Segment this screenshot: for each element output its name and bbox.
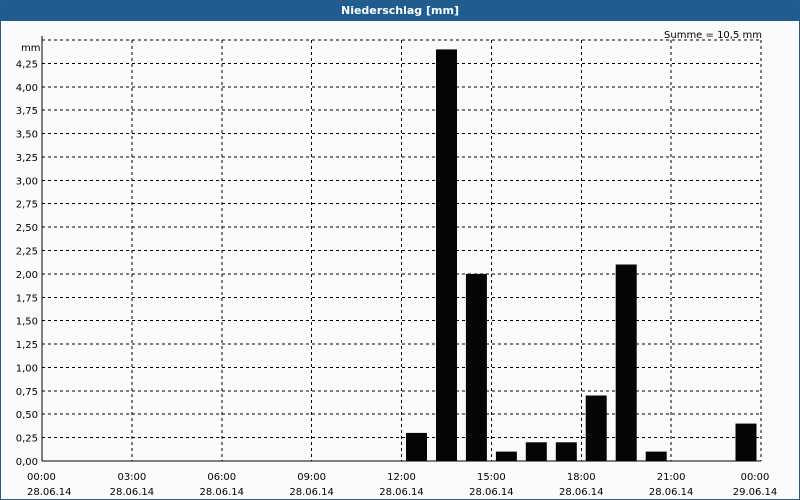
y-tick-label: 3,00 [16, 176, 38, 187]
x-tick-date-label: 28.06.14 [469, 487, 514, 498]
y-tick-label: 1,50 [16, 317, 38, 328]
precipitation-bar [436, 49, 457, 462]
precipitation-bar [735, 423, 757, 461]
precipitation-bar [555, 442, 577, 461]
y-tick-label: 0,50 [16, 410, 38, 421]
y-tick-label: 3,25 [16, 153, 38, 164]
y-tick-label: 1,00 [16, 363, 38, 374]
y-axis-unit-label: mm [21, 43, 40, 54]
precipitation-bar [525, 442, 547, 461]
x-tick-time-label: 09:00 [297, 472, 326, 483]
x-tick-date-label: 28.06.14 [110, 487, 155, 498]
y-tick-label: 1,25 [16, 340, 38, 351]
precipitation-bar [495, 451, 517, 461]
precipitation-chart: 0,00 0,25 0,50 0,75 1,00 1,25 1,50 1,75 2,00 2,25… [16, 30, 778, 498]
x-tick-date-label: 28.06.14 [289, 487, 334, 498]
tick-labels: 0,00 0,25 0,50 0,75 1,00 1,25 1,50 1,75 2,00 2,25… [16, 59, 778, 498]
y-tick-label: 4,00 [16, 83, 38, 94]
x-tick-date-label: 29.06.14 [733, 487, 778, 498]
chart-window: Niederschlag [mm] 0,00 0,25 0,50 0,75 1,00 1,… [0, 0, 800, 500]
y-tick-label: 2,75 [16, 200, 38, 211]
x-tick-time-label: 06:00 [207, 472, 236, 483]
x-tick-date-label: 28.06.14 [649, 487, 694, 498]
x-tick-time-label: 15:00 [477, 472, 506, 483]
x-tick-time-label: 00:00 [741, 472, 770, 483]
bars [406, 49, 757, 462]
x-tick-time-label: 03:00 [117, 472, 146, 483]
precipitation-bar [585, 395, 607, 461]
y-tick-label: 2,50 [16, 223, 38, 234]
x-tick-date-label: 28.06.14 [27, 487, 72, 498]
precipitation-bar [615, 264, 637, 461]
y-tick-label: 3,50 [16, 130, 38, 141]
axes [41, 36, 761, 462]
x-tick-time-label: 18:00 [567, 472, 596, 483]
x-tick-time-label: 00:00 [27, 472, 56, 483]
y-tick-label: 0,00 [16, 457, 38, 468]
x-tick-time-label: 21:00 [657, 472, 686, 483]
x-tick-time-label: 12:00 [387, 472, 416, 483]
y-tick-label: 1,75 [16, 293, 38, 304]
precipitation-bar [645, 451, 667, 461]
precipitation-bar [465, 273, 487, 461]
grid [42, 39, 762, 461]
y-tick-label: 3,75 [16, 106, 38, 117]
x-tick-date-label: 28.06.14 [379, 487, 424, 498]
y-tick-label: 2,00 [16, 270, 38, 281]
y-tick-label: 0,25 [16, 434, 38, 445]
x-tick-date-label: 28.06.14 [559, 487, 604, 498]
x-tick-date-label: 28.06.14 [199, 487, 244, 498]
sum-annotation: Summe = 10,5 mm [664, 30, 762, 41]
y-tick-label: 0,75 [16, 387, 38, 398]
precipitation-bar [406, 432, 427, 461]
y-tick-label: 2,25 [16, 247, 38, 258]
y-tick-label: 4,25 [16, 59, 38, 70]
